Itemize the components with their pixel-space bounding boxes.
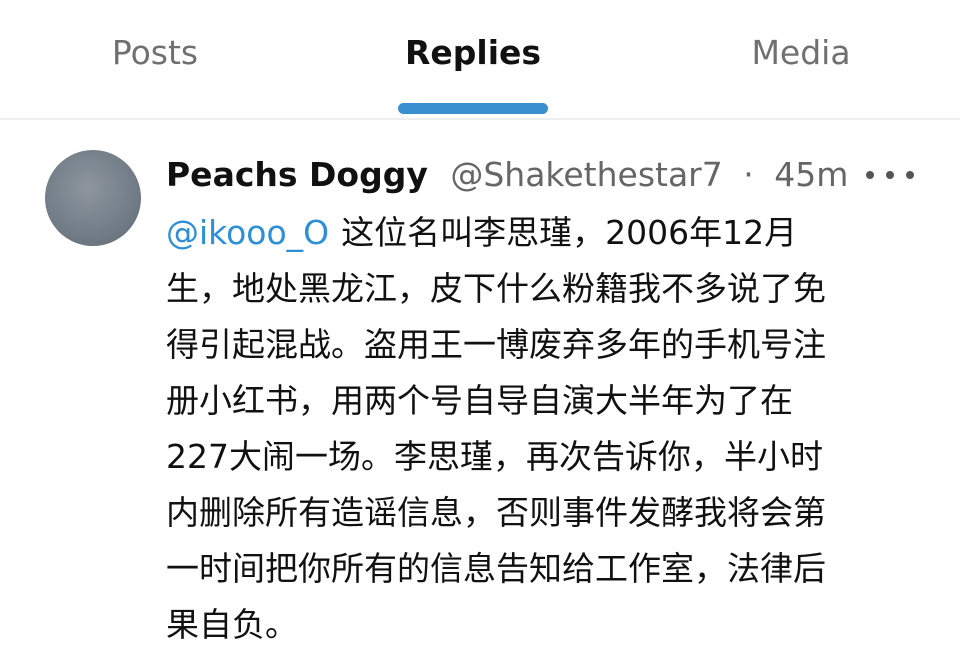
more-dot [866,171,874,179]
tab-posts[interactable]: Posts [60,28,250,78]
post-line-text: 这位名叫李思瑾，2006年12月 [341,213,798,252]
post-line: 内删除所有造谣信息，否则事件发酵我将会第 [166,493,826,532]
avatar[interactable] [45,150,141,246]
more-dot [886,171,894,179]
more-dot [906,171,914,179]
mention-link[interactable]: @ikooo_O [166,213,329,252]
author-handle[interactable]: @Shakethestar7 [450,155,722,194]
post-line: 果自负。 [166,605,298,644]
post-text: @ikooo_O 这位名叫李思瑾，2006年12月 生，地处黑龙江，皮下什么粉籍我… [166,205,926,653]
author-name[interactable]: Peachs Doggy [166,155,428,194]
post-line: 得引起混战。盗用王一博废弃多年的手机号注 [166,325,826,364]
tab-replies[interactable]: Replies [378,28,568,78]
post-line: 册小红书，用两个号自导自演大半年为了在 [166,381,793,420]
tab-media[interactable]: Media [706,28,896,78]
more-horizontal-icon[interactable] [866,160,914,190]
post-header: Peachs Doggy @Shakethestar7 · 45m [166,150,848,200]
post-line: 生，地处黑龙江，皮下什么粉籍我不多说了免 [166,269,826,308]
post-line: 一时间把你所有的信息告知给工作室，法律后 [166,549,826,588]
post-timestamp[interactable]: 45m [774,155,848,194]
header-separator: · [743,155,754,194]
post-line: @ikooo_O 这位名叫李思瑾，2006年12月 [166,205,926,261]
profile-tab-bar: Posts Replies Media [0,0,960,120]
post-line: 227大闹一场。李思瑾，再次告诉你，半小时 [166,437,823,476]
active-tab-indicator [398,103,548,114]
